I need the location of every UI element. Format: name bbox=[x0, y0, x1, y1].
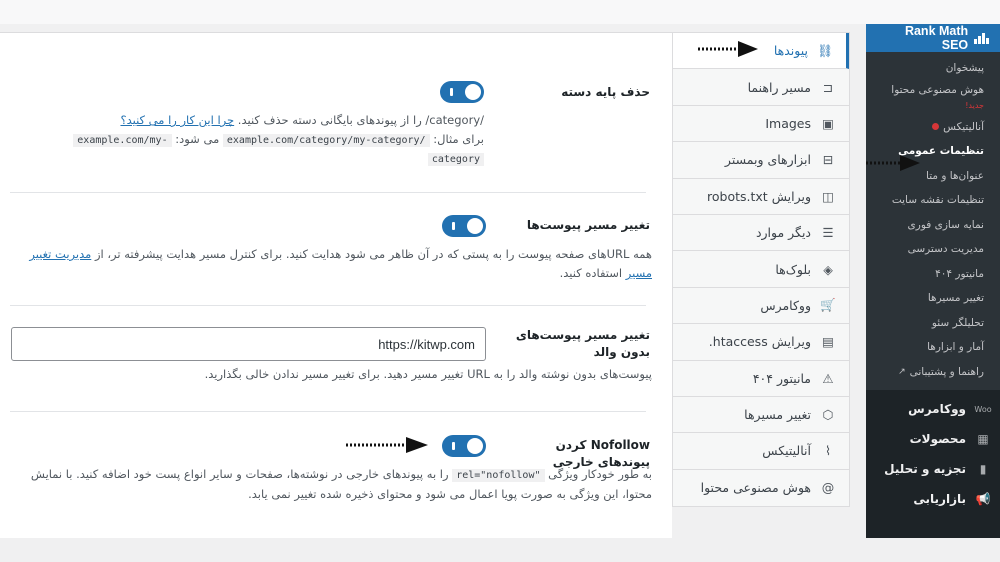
tab-breadcrumbs[interactable]: ⊏ مسیر راهنما bbox=[673, 69, 849, 106]
rank-math-submenu: پیشخوان هوش مصنوعی محتوا جدید! آنالیتیکس… bbox=[866, 52, 1000, 390]
toggle-on-mark bbox=[452, 222, 455, 230]
submenu-status-tools[interactable]: آمار و ابزارها bbox=[866, 335, 1000, 360]
submenu-role-manager[interactable]: مدیریت دسترسی bbox=[866, 237, 1000, 262]
tab-edit-htaccess[interactable]: ▤ ویرایش htaccess. bbox=[673, 324, 849, 361]
divider bbox=[10, 411, 646, 412]
warning-icon: ⚠ bbox=[822, 370, 834, 386]
link-icon: ⛓ bbox=[817, 42, 833, 58]
notification-dot bbox=[932, 123, 940, 131]
redirect-icon: ⬡ bbox=[822, 407, 834, 423]
setting-description: به طور خودکار ویژگی rel="nofollow" را به… bbox=[30, 467, 652, 501]
example-url-code: example.com/category/my-category/ bbox=[222, 133, 430, 147]
menu-analytics[interactable]: ▮ تجزیه و تحلیل bbox=[866, 454, 1000, 484]
setting-nofollow-external-links: Nofollow کردن پیوندهای خارجی به طور خودک… bbox=[10, 435, 652, 535]
strip-category-toggle[interactable] bbox=[440, 81, 484, 103]
nofollow-external-toggle[interactable] bbox=[442, 435, 486, 457]
settings-panel: حذف پایه دسته /category/ را از پیوندهای … bbox=[0, 32, 672, 538]
top-bar bbox=[0, 0, 1000, 24]
tab-others[interactable]: ☰ دیگر موارد bbox=[673, 214, 849, 252]
rank-math-icon bbox=[974, 32, 990, 44]
toolbox-icon: ⊟ bbox=[822, 152, 834, 168]
setting-redirect-orphan-attachments: تغییر مسیر پیوست‌های بدون والد پیوست‌های… bbox=[10, 327, 652, 397]
setting-strip-category-base: حذف پایه دسته /category/ را از پیوندهای … bbox=[10, 81, 650, 221]
why-do-this-link[interactable]: چرا این کار را می کنید؟ bbox=[120, 113, 234, 127]
tab-woocommerce[interactable]: 🛒 ووکامرس bbox=[673, 287, 849, 325]
tab-content-ai[interactable]: @ هوش مصنوعی محتوا bbox=[673, 469, 849, 507]
admin-main-menu: Woo ووکامرس ▦ محصولات ▮ تجزیه و تحلیل 📢 … bbox=[866, 390, 1000, 514]
rel-nofollow-code: rel="nofollow" bbox=[452, 469, 545, 482]
brand-label: Rank Math SEO bbox=[904, 24, 969, 52]
chart-bar-icon: ▮ bbox=[979, 462, 987, 476]
annotation-arrow-icon bbox=[698, 41, 758, 57]
toggle-on-mark bbox=[452, 442, 455, 450]
submenu-dashboard[interactable]: پیشخوان bbox=[866, 56, 1000, 81]
divider bbox=[10, 192, 646, 193]
woo-icon: Woo bbox=[974, 404, 992, 414]
ai-content-icon: @ bbox=[821, 480, 835, 496]
result-url-code-cont: category bbox=[427, 153, 484, 167]
htaccess-file-icon: ▤ bbox=[822, 334, 834, 350]
result-url-code: example.com/my- bbox=[73, 133, 172, 147]
new-badge: جدید! bbox=[965, 101, 984, 110]
tab-images[interactable]: ▣ Images bbox=[673, 105, 849, 143]
settings-tabs: ⛓ پیوندها ⊏ مسیر راهنما ▣ Images ⊟ ابزار… bbox=[672, 32, 850, 508]
toggle-knob bbox=[467, 438, 483, 454]
menu-rank-math[interactable]: Rank Math SEO bbox=[866, 24, 1000, 52]
setting-redirect-attachments: تغییر مسیر پیوست‌ها همه URLهای صفحه پیوس… bbox=[10, 215, 652, 305]
setting-label: حذف پایه دسته bbox=[561, 85, 650, 99]
divider bbox=[10, 305, 646, 306]
setting-description: /category/ را از پیوندهای بایگانی دسته ح… bbox=[10, 111, 484, 169]
tab-webmaster-tools[interactable]: ⊟ ابزارهای وبمستر bbox=[673, 142, 849, 179]
toggle-on-mark bbox=[450, 88, 453, 96]
external-link-icon: ↗ bbox=[898, 366, 906, 377]
redirect-attachments-toggle[interactable] bbox=[442, 215, 486, 237]
submenu-analytics[interactable]: آنالیتیکس bbox=[866, 115, 1000, 140]
list-circle-icon: ☰ bbox=[822, 225, 834, 241]
submenu-redirections[interactable]: تغییر مسیرها bbox=[866, 286, 1000, 311]
tab-blocks[interactable]: ◈ بلوک‌ها bbox=[673, 251, 849, 288]
toggle-knob bbox=[465, 84, 481, 100]
menu-woocommerce[interactable]: Woo ووکامرس bbox=[866, 394, 1000, 424]
cart-icon: 🛒 bbox=[820, 297, 836, 313]
submenu-content-ai[interactable]: هوش مصنوعی محتوا جدید! bbox=[866, 81, 1000, 115]
blocks-icon: ◈ bbox=[823, 261, 833, 277]
orphan-redirect-url-input[interactable] bbox=[11, 327, 486, 361]
tab-404-monitor[interactable]: ⚠ مانیتور ۴۰۴ bbox=[673, 360, 849, 397]
admin-sidebar: Rank Math SEO پیشخوان هوش مصنوعی محتوا ج… bbox=[866, 24, 1000, 538]
archive-icon: ▦ bbox=[977, 432, 989, 446]
menu-products[interactable]: ▦ محصولات bbox=[866, 424, 1000, 454]
megaphone-icon: 📢 bbox=[975, 492, 991, 506]
submenu-404-monitor[interactable]: مانیتور ۴۰۴ bbox=[866, 262, 1000, 287]
toggle-knob bbox=[467, 218, 483, 234]
submenu-sitemap-settings[interactable]: تنظیمات نقشه سایت bbox=[866, 188, 1000, 213]
signpost-icon: ⊏ bbox=[822, 79, 834, 95]
annotation-arrow-icon bbox=[346, 437, 428, 453]
robots-file-icon: ◫ bbox=[822, 188, 834, 204]
images-icon: ▣ bbox=[822, 115, 834, 131]
analytics-icon: ⌇ bbox=[824, 443, 832, 459]
submenu-instant-indexing[interactable]: نمایه سازی فوری bbox=[866, 213, 1000, 238]
tab-edit-robots[interactable]: ◫ ویرایش robots.txt bbox=[673, 178, 849, 215]
page: حذف پایه دسته /category/ را از پیوندهای … bbox=[0, 0, 1000, 562]
setting-description: همه URLهای صفحه پیوست را به پستی که در آ… bbox=[29, 247, 652, 280]
tab-redirections[interactable]: ⬡ تغییر مسیرها bbox=[673, 396, 849, 434]
submenu-help-support[interactable]: راهنما و پشتیبانی ↗ bbox=[866, 360, 1000, 385]
menu-marketing[interactable]: 📢 بازاریابی bbox=[866, 484, 1000, 514]
annotation-arrow-icon bbox=[866, 155, 920, 171]
tab-analytics[interactable]: ⌇ آنالیتیکس bbox=[673, 433, 849, 470]
submenu-seo-analyzer[interactable]: تحلیلگر سئو bbox=[866, 311, 1000, 336]
setting-description: پیوست‌های بدون نوشته والد را به URL تغیی… bbox=[204, 367, 652, 381]
